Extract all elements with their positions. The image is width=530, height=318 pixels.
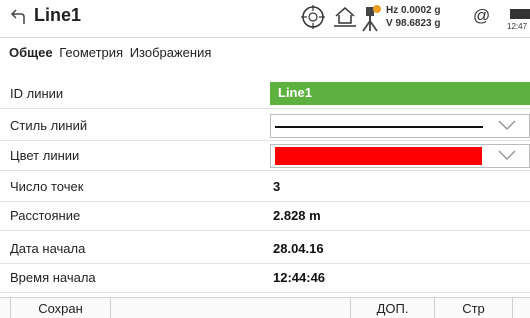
line-id-row: ID линии Line1 [0, 79, 530, 109]
line-style-preview [275, 126, 483, 128]
angle-readout: Hz 0.0002 g V 98.6823 g [386, 4, 440, 30]
line-color-select[interactable] [270, 144, 530, 168]
tab-general[interactable]: Общее [9, 45, 53, 60]
point-count-row: Число точек 3 [0, 172, 530, 202]
page-button[interactable]: Стр [434, 298, 512, 318]
save-button[interactable]: Сохран [10, 298, 110, 318]
chevron-down-icon[interactable] [497, 148, 517, 162]
line-style-row: Стиль линий [0, 111, 530, 141]
distance-value: 2.828 m [273, 208, 321, 223]
softkey-empty-6[interactable] [512, 298, 530, 318]
at-sign-icon[interactable]: @ [473, 6, 490, 26]
line-style-label: Стиль линий [10, 118, 88, 133]
distance-row: Расстояние 2.828 m [0, 201, 530, 231]
crosshair-target-icon[interactable] [300, 4, 326, 30]
tab-images[interactable]: Изображения [130, 45, 212, 60]
title-bar: Line1 Hz 0.0002 g V 98.6823 g @ 12:47 [0, 0, 530, 38]
start-time-value: 12:44:46 [273, 270, 326, 285]
v-reading: V 98.6823 g [386, 18, 441, 29]
instrument-warning-icon[interactable] [359, 4, 383, 32]
more-button[interactable]: ДОП. [350, 298, 434, 318]
line-id-label: ID линии [10, 86, 64, 101]
start-time-label: Время начала [10, 270, 96, 285]
page-title: Line1 [34, 5, 82, 25]
battery-icon: 12:47 [507, 5, 530, 31]
point-count-label: Число точек [10, 179, 84, 194]
tab-geometry[interactable]: Геометрия [59, 45, 123, 60]
chevron-down-icon[interactable] [497, 118, 517, 132]
hz-reading: Hz 0.0002 g [386, 5, 441, 16]
line-id-input[interactable]: Line1 [270, 82, 530, 105]
start-date-row: Дата начала 28.04.16 [0, 234, 530, 264]
line-id-value: Line1 [278, 85, 312, 100]
softkey-empty-2[interactable] [110, 298, 350, 318]
start-date-value: 28.04.16 [273, 241, 324, 256]
home-icon[interactable] [333, 4, 357, 30]
point-count-value: 3 [273, 179, 281, 194]
line-color-swatch [275, 147, 482, 165]
back-arrow-icon[interactable] [9, 7, 27, 27]
bottom-toolbar: Сохран ДОП. Стр [0, 297, 530, 318]
clock: 12:47 [507, 22, 528, 31]
distance-label: Расстояние [10, 208, 81, 223]
line-style-select[interactable] [270, 114, 530, 138]
line-color-label: Цвет линии [10, 148, 80, 163]
tab-bar: Общее Геометрия Изображения [9, 45, 214, 60]
line-color-row: Цвет линии [0, 141, 530, 171]
start-time-row: Время начала 12:44:46 [0, 263, 530, 293]
start-date-label: Дата начала [10, 241, 86, 256]
